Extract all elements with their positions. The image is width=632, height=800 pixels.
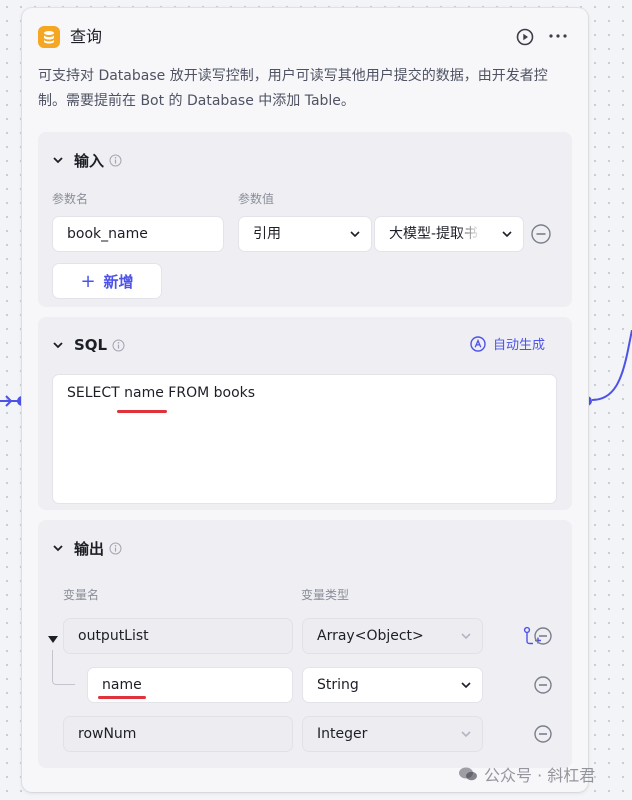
remove-var-icon[interactable] <box>533 626 553 646</box>
input-section-title: 输入 <box>74 151 105 170</box>
auto-generate-label: 自动生成 <box>493 338 546 353</box>
chevron-down-icon[interactable] <box>52 154 64 166</box>
chevron-down-icon <box>461 731 471 738</box>
value-type-text: 引用 <box>253 226 281 242</box>
output-section-title: 输出 <box>74 539 105 558</box>
child-var-type-text: String <box>317 677 359 693</box>
red-underline-annotation <box>98 696 146 699</box>
sql-editor[interactable]: SELECT name FROM books <box>52 374 557 504</box>
output-section: 输出 变量名 变量类型 outputList Array<Object> nam… <box>38 520 572 768</box>
chevron-down-icon <box>461 633 471 640</box>
remove-var-icon[interactable] <box>533 724 553 744</box>
input-section-header[interactable]: 输入 <box>52 150 122 170</box>
var-name-label: 变量名 <box>63 588 100 602</box>
row-num-var-name[interactable]: rowNum <box>63 716 293 752</box>
plus-icon: + <box>80 270 96 292</box>
node-description: 可支持对 Database 放开读写控制，用户可读写其他用户提交的数据，由开发者… <box>38 68 548 109</box>
sql-query-text: SELECT name FROM books <box>67 385 256 401</box>
run-icon[interactable] <box>516 28 534 46</box>
chevron-down-icon <box>502 231 512 238</box>
sql-section: SQL 自动生成 SELECT name FROM books <box>38 317 572 510</box>
node-title: 查询 <box>70 27 103 46</box>
row-num-type-select[interactable]: Integer <box>302 716 483 752</box>
auto-generate-icon <box>470 335 486 352</box>
watermark-text: 公众号 · 斜杠君 <box>484 766 596 785</box>
output-var-type-text: Array<Object> <box>317 628 424 644</box>
tree-connector <box>52 650 75 685</box>
info-icon[interactable] <box>112 339 125 352</box>
row-num-type-text: Integer <box>317 726 368 742</box>
param-name-label: 参数名 <box>52 192 89 206</box>
input-section: 输入 参数名 参数值 book_name 引用 大模型-提取书 + 新增 <box>38 132 572 307</box>
info-icon[interactable] <box>109 542 122 555</box>
red-underline-annotation <box>117 410 167 413</box>
value-type-select[interactable]: 引用 <box>238 216 372 252</box>
param-value-label: 参数值 <box>238 192 275 206</box>
add-param-label: 新增 <box>103 272 134 291</box>
watermark: 公众号 · 斜杠君 <box>458 762 595 786</box>
collapse-triangle-icon[interactable] <box>48 636 58 643</box>
chevron-down-icon <box>350 231 360 238</box>
param-name-input[interactable]: book_name <box>52 216 224 252</box>
remove-param-icon[interactable] <box>531 224 551 244</box>
remove-var-icon[interactable] <box>533 675 553 695</box>
info-icon[interactable] <box>109 154 122 167</box>
output-section-header[interactable]: 输出 <box>52 538 122 558</box>
query-node-card[interactable]: 查询 可支持对 Database 放开读写控制，用户可读写其他用户提交的数据，由… <box>22 8 588 792</box>
wechat-icon <box>459 767 477 781</box>
output-var-name[interactable]: outputList <box>63 618 293 654</box>
reference-value-select[interactable]: 大模型-提取书 <box>374 216 524 252</box>
outgoing-connection <box>591 330 632 401</box>
add-param-button[interactable]: + 新增 <box>52 263 162 299</box>
chevron-down-icon <box>461 682 471 689</box>
output-var-type-select[interactable]: Array<Object> <box>302 618 483 654</box>
var-type-label: 变量类型 <box>301 588 350 602</box>
database-icon <box>38 26 60 48</box>
chevron-down-icon[interactable] <box>52 542 64 554</box>
sql-section-title: SQL <box>74 336 108 354</box>
sql-section-header[interactable]: SQL <box>52 335 125 355</box>
more-options-icon[interactable] <box>546 26 570 46</box>
child-var-type-select[interactable]: String <box>302 667 483 703</box>
chevron-down-icon[interactable] <box>52 339 64 351</box>
auto-generate-button[interactable]: 自动生成 <box>470 334 545 353</box>
